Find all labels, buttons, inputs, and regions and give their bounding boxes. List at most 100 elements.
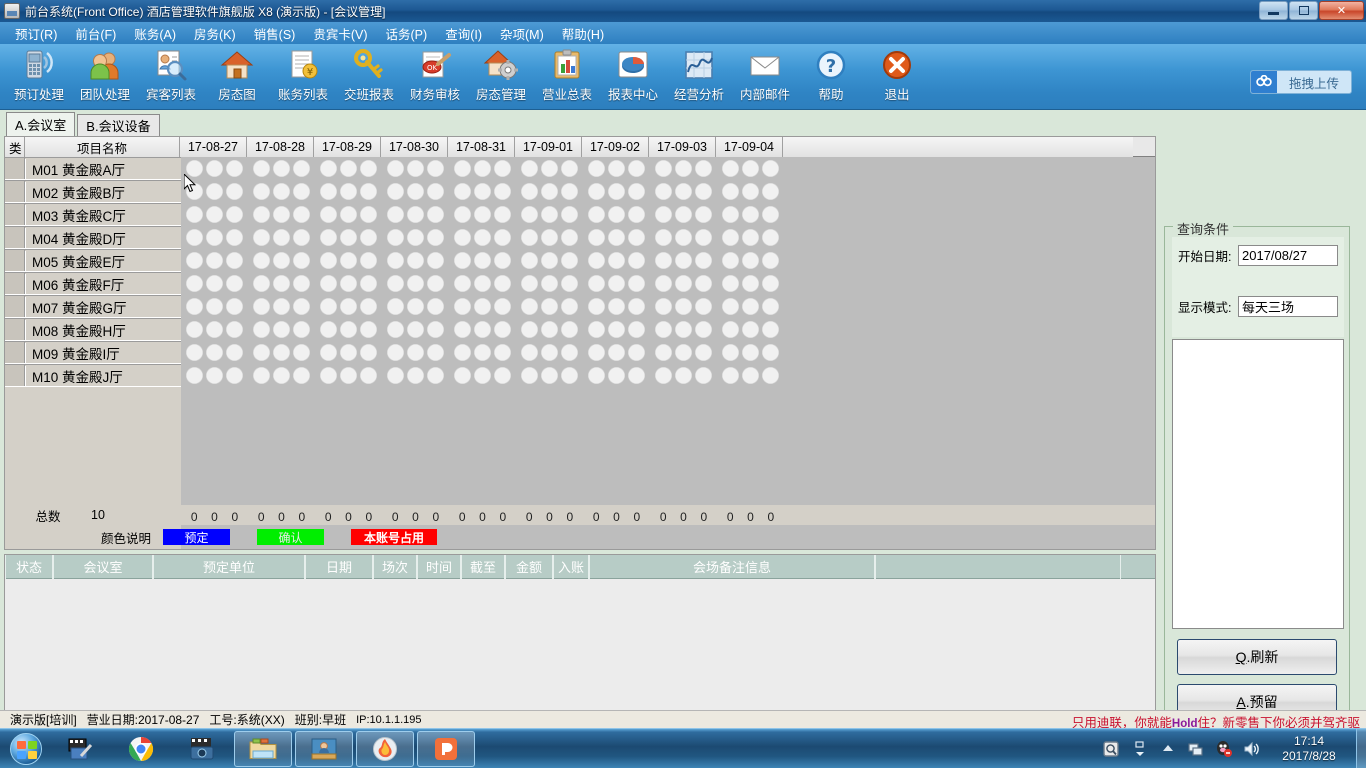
availability-slot-dot[interactable]: [628, 321, 646, 338]
availability-slot-dot[interactable]: [252, 275, 270, 292]
availability-day-cell[interactable]: [717, 318, 784, 341]
availability-slot-dot[interactable]: [561, 206, 579, 223]
availability-slot-dot[interactable]: [406, 229, 424, 246]
availability-day-cell[interactable]: [181, 318, 248, 341]
maximize-restore-button[interactable]: [1289, 1, 1318, 20]
availability-slot-dot[interactable]: [406, 344, 424, 361]
availability-slot-dot[interactable]: [339, 183, 357, 200]
availability-slot-dot[interactable]: [386, 367, 404, 384]
availability-day-cell[interactable]: [449, 203, 516, 226]
availability-slot-dot[interactable]: [561, 321, 579, 338]
grid-header-date[interactable]: 17-09-01: [515, 137, 582, 157]
availability-day-cell[interactable]: [516, 295, 583, 318]
availability-slot-dot[interactable]: [226, 344, 244, 361]
availability-slot-dot[interactable]: [520, 275, 538, 292]
availability-slot-dot[interactable]: [654, 344, 672, 361]
availability-slot-dot[interactable]: [540, 252, 558, 269]
availability-slot-dot[interactable]: [205, 321, 223, 338]
availability-day-cell[interactable]: [516, 180, 583, 203]
availability-slot-dot[interactable]: [319, 321, 337, 338]
availability-slot-dot[interactable]: [453, 298, 471, 315]
availability-slot-dot[interactable]: [520, 321, 538, 338]
availability-slot-dot[interactable]: [252, 206, 270, 223]
availability-slot-dot[interactable]: [272, 344, 290, 361]
availability-slot-dot[interactable]: [628, 344, 646, 361]
availability-slot-dot[interactable]: [654, 367, 672, 384]
toolbar-button-shift-report[interactable]: 交班报表: [336, 44, 402, 108]
availability-day-cell[interactable]: [583, 341, 650, 364]
availability-day-cell[interactable]: [315, 318, 382, 341]
availability-slot-dot[interactable]: [293, 206, 311, 223]
availability-slot-dot[interactable]: [721, 229, 739, 246]
availability-slot-dot[interactable]: [226, 160, 244, 177]
tab-meeting-equipment[interactable]: B.会议设备: [77, 114, 160, 136]
availability-slot-dot[interactable]: [520, 183, 538, 200]
menu-item-accounting[interactable]: 账务(A): [125, 22, 185, 45]
availability-slot-dot[interactable]: [494, 229, 512, 246]
availability-slot-dot[interactable]: [453, 229, 471, 246]
availability-slot-dot[interactable]: [473, 275, 491, 292]
availability-slot-dot[interactable]: [339, 367, 357, 384]
toolbar-button-exit[interactable]: 退出: [864, 44, 930, 108]
availability-slot-dot[interactable]: [721, 298, 739, 315]
detail-column-header[interactable]: 入账: [553, 554, 589, 579]
availability-day-cell[interactable]: [449, 249, 516, 272]
availability-day-cell[interactable]: [449, 341, 516, 364]
menu-item-query[interactable]: 查询(I): [436, 22, 491, 45]
availability-day-cell[interactable]: [382, 226, 449, 249]
availability-day-cell[interactable]: [516, 364, 583, 387]
availability-slot-dot[interactable]: [741, 344, 759, 361]
availability-slot-dot[interactable]: [205, 344, 223, 361]
toolbar-button-business-summary[interactable]: 营业总表: [534, 44, 600, 108]
availability-slot-dot[interactable]: [587, 321, 605, 338]
availability-day-cell[interactable]: [583, 318, 650, 341]
availability-day-cell[interactable]: [449, 318, 516, 341]
drag-upload-button[interactable]: 拖拽上传: [1249, 70, 1352, 94]
availability-slot-dot[interactable]: [540, 367, 558, 384]
availability-day-cell[interactable]: [181, 226, 248, 249]
availability-slot-dot[interactable]: [721, 275, 739, 292]
menu-item-vipcard[interactable]: 贵宾卡(V): [304, 22, 376, 45]
availability-slot-dot[interactable]: [628, 160, 646, 177]
availability-day-cell[interactable]: [717, 272, 784, 295]
availability-slot-dot[interactable]: [695, 275, 713, 292]
availability-slot-dot[interactable]: [406, 275, 424, 292]
availability-day-cell[interactable]: [315, 157, 382, 180]
availability-slot-dot[interactable]: [226, 229, 244, 246]
availability-day-cell[interactable]: [382, 295, 449, 318]
availability-slot-dot[interactable]: [453, 321, 471, 338]
toolbar-button-room-manage[interactable]: 房态管理: [468, 44, 534, 108]
availability-slot-dot[interactable]: [741, 229, 759, 246]
availability-slot-dot[interactable]: [520, 344, 538, 361]
availability-day-cell[interactable]: [248, 295, 315, 318]
availability-slot-dot[interactable]: [360, 160, 378, 177]
availability-slot-dot[interactable]: [360, 321, 378, 338]
availability-slot-dot[interactable]: [561, 160, 579, 177]
availability-day-cell[interactable]: [650, 318, 717, 341]
availability-slot-dot[interactable]: [587, 183, 605, 200]
availability-day-cell[interactable]: [516, 203, 583, 226]
availability-slot-dot[interactable]: [628, 298, 646, 315]
detail-column-header[interactable]: 状态: [5, 554, 53, 579]
availability-slot-dot[interactable]: [628, 275, 646, 292]
room-row[interactable]: M09 黄金殿I厅: [5, 341, 181, 364]
availability-slot-dot[interactable]: [473, 252, 491, 269]
availability-slot-dot[interactable]: [272, 321, 290, 338]
availability-slot-dot[interactable]: [540, 298, 558, 315]
availability-slot-dot[interactable]: [205, 206, 223, 223]
input-method-icon[interactable]: [1101, 738, 1123, 760]
room-row[interactable]: M03 黄金殿C厅: [5, 203, 181, 226]
availability-slot-dot[interactable]: [360, 229, 378, 246]
availability-slot-dot[interactable]: [319, 275, 337, 292]
availability-slot-dot[interactable]: [339, 344, 357, 361]
menu-item-housekeeping[interactable]: 房务(K): [185, 22, 245, 45]
availability-slot-dot[interactable]: [473, 229, 491, 246]
menu-item-frontdesk[interactable]: 前台(F): [66, 22, 125, 45]
availability-slot-dot[interactable]: [473, 160, 491, 177]
availability-slot-dot[interactable]: [587, 206, 605, 223]
availability-slot-dot[interactable]: [360, 206, 378, 223]
availability-day-cell[interactable]: [583, 203, 650, 226]
availability-slot-dot[interactable]: [540, 275, 558, 292]
query-result-list[interactable]: [1172, 339, 1344, 629]
grid-header-date[interactable]: 17-08-30: [381, 137, 448, 157]
